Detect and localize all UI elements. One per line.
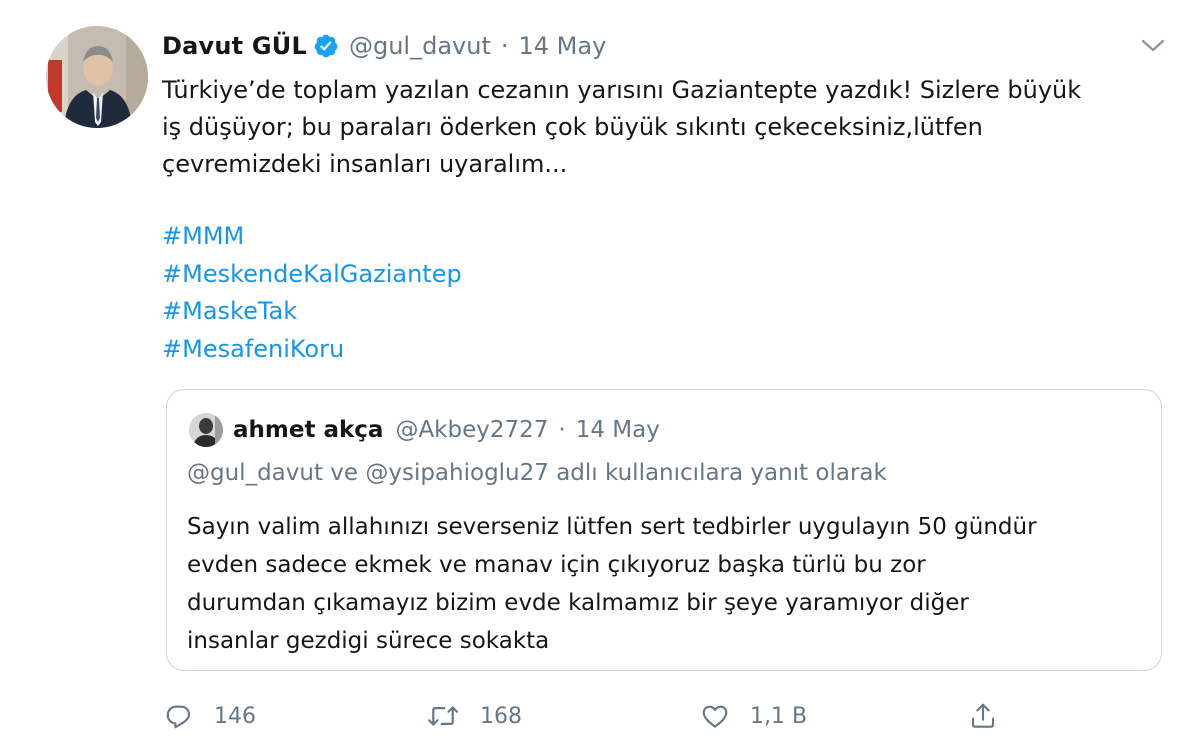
tweet-card: Davut GÜL @gul_davut · 14 May Türkiye’de…	[0, 0, 1200, 750]
tweet-header: Davut GÜL @gul_davut · 14 May	[162, 26, 606, 66]
author-avatar-image	[46, 26, 148, 128]
author-name[interactable]: Davut GÜL	[162, 32, 307, 60]
quoted-author-name[interactable]: ahmet akça	[233, 417, 383, 443]
tweet-text: Türkiye’de toplam yazılan cezanın yarısı…	[162, 72, 1152, 183]
header-separator: ·	[500, 32, 509, 60]
quoted-author-handle[interactable]: @Akbey2727	[395, 417, 548, 443]
quoted-author-avatar[interactable]	[189, 413, 223, 447]
retweet-icon	[427, 706, 459, 726]
retweet-count: 168	[480, 703, 522, 729]
quoted-text-line: evden sadece ekmek ve manav için çıkıyor…	[187, 552, 926, 578]
share-icon	[971, 703, 995, 728]
verified-badge-icon	[314, 34, 338, 58]
tweet-text-line: iş düşüyor; bu paraları öderken çok büyü…	[162, 113, 983, 141]
reply-icon	[166, 705, 191, 729]
quoted-text-line: Sayın valim allahınızı severseniz lütfen…	[187, 514, 1037, 540]
tweet-text-line: çevremizdeki insanları uyaralım...	[162, 150, 568, 178]
quoted-text-line: durumdan çıkamayız bizim evde kalmamız b…	[187, 590, 969, 616]
hashtag-link[interactable]: #MMM	[162, 218, 462, 256]
chevron-down-icon[interactable]	[1140, 38, 1166, 54]
author-avatar[interactable]	[46, 26, 148, 128]
quoted-header: ahmet akça @Akbey2727 · 14 May	[233, 412, 660, 448]
quoted-text: Sayın valim allahınızı severseniz lütfen…	[187, 508, 1147, 660]
tweet-date[interactable]: 14 May	[519, 32, 607, 60]
hashtag-link[interactable]: #MesafeniKoru	[162, 331, 462, 369]
author-handle[interactable]: @gul_davut	[349, 32, 491, 60]
hashtag-link[interactable]: #MeskendeKalGaziantep	[162, 256, 462, 294]
hashtag-link[interactable]: #MaskeTak	[162, 293, 462, 331]
like-count: 1,1 B	[750, 703, 808, 729]
tweet-text-line: Türkiye’de toplam yazılan cezanın yarısı…	[162, 76, 1082, 104]
quoted-tweet[interactable]: ahmet akça @Akbey2727 · 14 May @gul_davu…	[166, 389, 1162, 671]
action-bar: 146 168 1,1 B	[164, 694, 1004, 738]
reply-button[interactable]: 146	[164, 694, 256, 738]
quoted-avatar-image	[189, 413, 223, 447]
reply-context: @gul_davut ve @ysipahioglu27 adlı kullan…	[187, 460, 887, 486]
share-button[interactable]	[968, 694, 998, 738]
quoted-header-separator: ·	[558, 417, 566, 443]
retweet-button[interactable]: 168	[426, 694, 522, 738]
like-button[interactable]: 1,1 B	[700, 694, 807, 738]
quoted-date[interactable]: 14 May	[576, 417, 660, 443]
like-icon	[702, 705, 728, 728]
reply-count: 146	[214, 703, 256, 729]
quoted-text-line: insanlar gezdigi sürece sokakta	[187, 628, 550, 654]
hashtag-list: #MMM #MeskendeKalGaziantep #MaskeTak #Me…	[162, 218, 462, 368]
